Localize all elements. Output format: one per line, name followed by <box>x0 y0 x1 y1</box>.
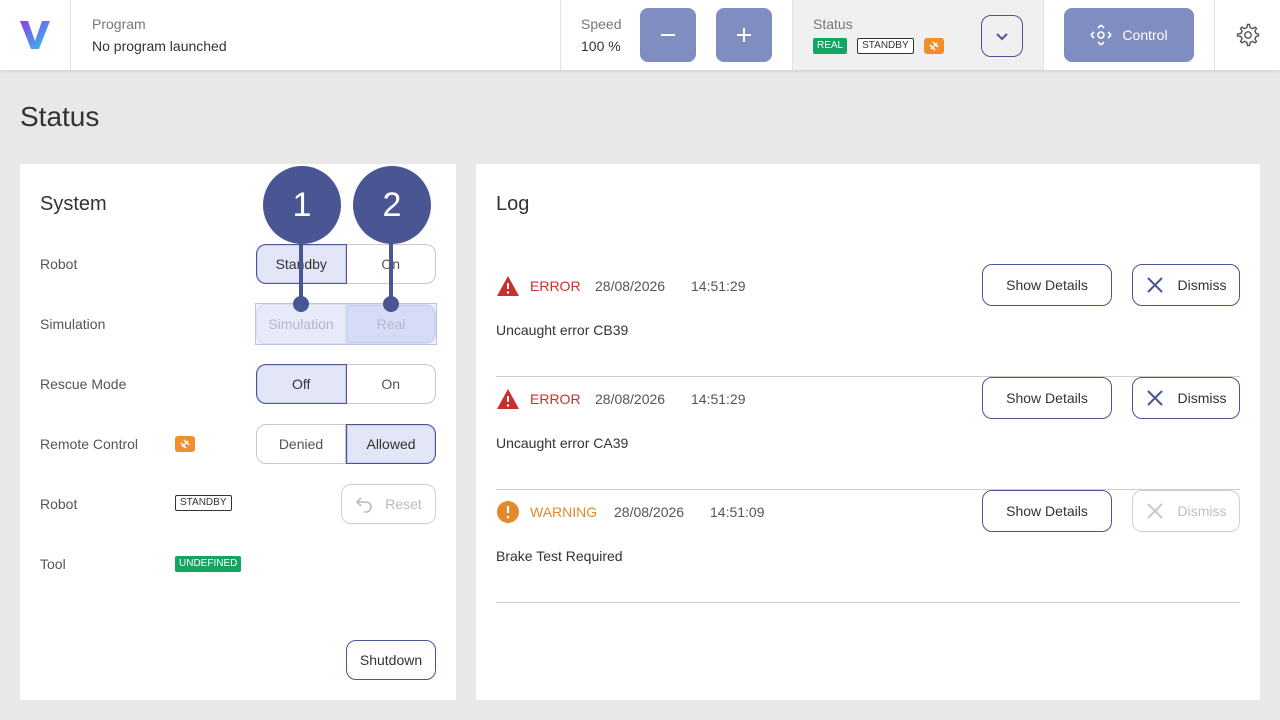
remote-control-toggle: Denied Allowed <box>256 424 436 464</box>
program-value: No program launched <box>92 38 227 54</box>
undo-icon <box>356 497 372 513</box>
log-message: Uncaught error CA39 <box>496 435 629 451</box>
log-date: 28/08/2026 <box>595 391 666 407</box>
log-date: 28/08/2026 <box>595 278 666 294</box>
log-entry: ERROR 28/08/2026 14:51:29 Uncaught error… <box>496 264 1240 377</box>
control-label: Control <box>1122 27 1168 43</box>
app-logo <box>0 0 71 70</box>
rescue-mode-toggle: Off On <box>256 364 436 404</box>
program-section: Program No program launched <box>71 0 561 70</box>
log-time: 14:51:29 <box>691 391 746 407</box>
speed-value: 100 % <box>581 38 621 54</box>
show-details-button[interactable]: Show Details <box>982 490 1112 532</box>
rescue-mode-label: Rescue Mode <box>40 376 127 392</box>
system-title: System <box>40 193 107 215</box>
status-expand-button[interactable] <box>981 15 1023 57</box>
remote-control-label: Remote Control <box>40 436 139 452</box>
shutdown-button[interactable]: Shutdown <box>346 640 436 680</box>
reset-label: Reset <box>385 496 422 512</box>
speed-increase-button[interactable] <box>716 8 772 62</box>
log-level: ERROR <box>530 278 581 294</box>
denied-option[interactable]: Denied <box>256 424 346 464</box>
dismiss-label: Dismiss <box>1177 277 1227 293</box>
callout-1-stem <box>299 240 303 304</box>
top-bar: Program No program launched Speed 100 % … <box>0 0 1280 70</box>
log-panel: Log ERROR 28/08/2026 14:51:29 Uncaught e… <box>476 164 1260 700</box>
reset-button[interactable]: Reset <box>341 484 436 524</box>
error-triangle-icon <box>497 276 519 296</box>
callout-2-pointer <box>383 296 399 312</box>
dismiss-button[interactable]: Dismiss <box>1132 377 1240 419</box>
error-triangle-icon <box>497 389 519 409</box>
dismiss-button[interactable]: Dismiss <box>1132 490 1240 532</box>
move-arrows-icon <box>1090 24 1112 46</box>
speed-label: Speed <box>581 16 622 32</box>
log-entry: WARNING 28/08/2026 14:51:09 Brake Test R… <box>496 490 1240 603</box>
minus-icon <box>661 34 675 36</box>
show-details-button[interactable]: Show Details <box>982 264 1112 306</box>
status-badges: REAL STANDBY <box>813 38 944 54</box>
close-icon <box>1146 277 1163 293</box>
log-date: 28/08/2026 <box>614 504 685 520</box>
log-entry: ERROR 28/08/2026 14:51:29 Uncaught error… <box>496 377 1240 490</box>
robot-power-label: Robot <box>40 256 78 272</box>
robot-state-badge: STANDBY <box>175 495 232 511</box>
robot-state-label: Robot <box>40 496 78 512</box>
v-logo-icon <box>20 21 50 49</box>
remote-control-icon <box>923 38 944 54</box>
control-section: Control <box>1044 0 1215 70</box>
log-time: 14:51:09 <box>710 504 765 520</box>
dismiss-button[interactable]: Dismiss <box>1132 264 1240 306</box>
dismiss-label: Dismiss <box>1177 390 1227 406</box>
callout-1-pointer <box>293 296 309 312</box>
close-icon <box>1146 390 1163 406</box>
tool-state-badge: UNDEFINED <box>175 556 242 572</box>
status-section: Status REAL STANDBY <box>793 0 1044 70</box>
log-message: Brake Test Required <box>496 548 623 564</box>
page-title: Status <box>20 101 100 132</box>
real-badge: REAL <box>813 38 848 54</box>
warning-circle-icon <box>497 501 519 523</box>
simulation-toggle: Simulation Real <box>255 303 437 345</box>
standby-badge: STANDBY <box>857 38 914 54</box>
callout-1: 1 <box>263 166 341 244</box>
control-button[interactable]: Control <box>1064 8 1194 62</box>
speed-section: Speed 100 % <box>561 0 793 70</box>
speed-decrease-button[interactable] <box>640 8 696 62</box>
allowed-option[interactable]: Allowed <box>346 424 436 464</box>
rescue-off-option[interactable]: Off <box>256 364 347 404</box>
status-label: Status <box>813 16 853 32</box>
log-time: 14:51:29 <box>691 278 746 294</box>
simulation-label: Simulation <box>40 316 106 332</box>
callout-2: 2 <box>353 166 431 244</box>
callout-2-stem <box>389 240 393 304</box>
log-level: WARNING <box>530 504 598 520</box>
close-icon <box>1146 503 1163 519</box>
program-label: Program <box>92 16 146 32</box>
dismiss-label: Dismiss <box>1177 503 1227 519</box>
plus-icon <box>737 28 751 42</box>
tool-label: Tool <box>40 556 66 572</box>
gear-icon <box>1236 23 1259 47</box>
log-title: Log <box>496 193 530 215</box>
chevron-down-icon <box>996 33 1008 41</box>
log-level: ERROR <box>530 391 581 407</box>
show-details-button[interactable]: Show Details <box>982 377 1112 419</box>
robot-power-toggle: Standby On <box>256 244 436 284</box>
remote-control-icon <box>175 436 195 452</box>
settings-button[interactable] <box>1215 0 1280 70</box>
rescue-on-option[interactable]: On <box>346 364 436 404</box>
log-message: Uncaught error CB39 <box>496 322 629 338</box>
